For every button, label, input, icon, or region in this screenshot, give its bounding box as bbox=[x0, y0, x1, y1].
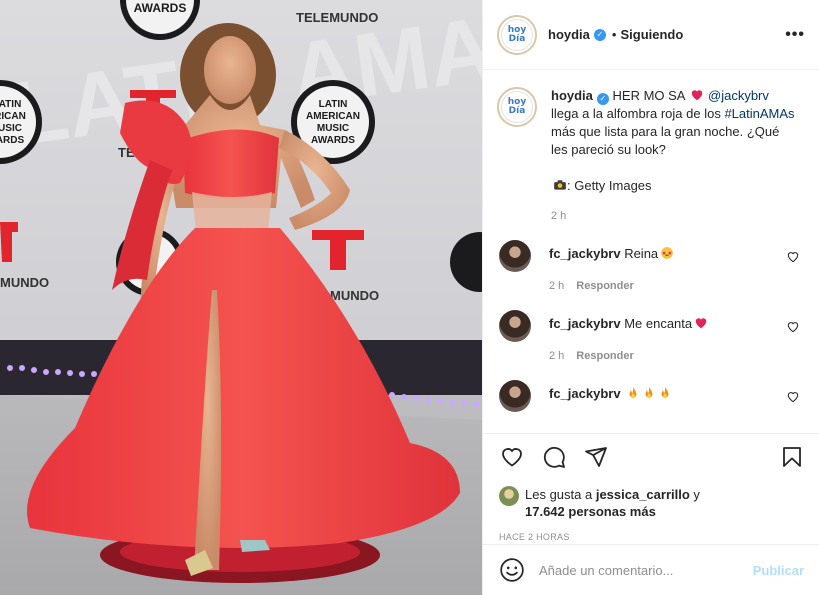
svg-text:AWARDS: AWARDS bbox=[134, 1, 187, 15]
caption-mention[interactable]: @jackybrv bbox=[708, 88, 769, 103]
likes-prefix: Les gusta a bbox=[525, 487, 596, 502]
emoji-smiley-icon[interactable] bbox=[499, 557, 525, 583]
likes-summary: Les gusta a jessica_carrillo y 17.642 pe… bbox=[499, 486, 804, 520]
svg-text:AWARDS: AWARDS bbox=[311, 135, 355, 146]
more-dots-icon[interactable]: ••• bbox=[785, 26, 805, 44]
post-header: hoy Día hoydia ✓ • Siguiendo ••• bbox=[483, 0, 819, 70]
separator-dot: • bbox=[611, 27, 617, 42]
comment-input[interactable] bbox=[539, 562, 739, 578]
caption-time[interactable]: 2 h bbox=[551, 207, 796, 225]
red-carpet-photo: LATIN AMA LATIN AMERICAN MUSIC AWARDS AT… bbox=[0, 0, 482, 595]
comment-time[interactable]: 2 h bbox=[549, 350, 564, 362]
caption-text-2: llega a la alfombra roja de los bbox=[551, 106, 725, 121]
likes-and: y bbox=[689, 487, 700, 502]
svg-text:AMERICAN: AMERICAN bbox=[306, 111, 360, 122]
comment-bubble-icon[interactable] bbox=[541, 445, 567, 469]
like-comment-heart-icon[interactable] bbox=[786, 320, 800, 334]
post-panel: hoy Día hoydia ✓ • Siguiendo ••• hoy Día… bbox=[482, 0, 819, 595]
like-comment-heart-icon[interactable] bbox=[786, 390, 800, 404]
caption-text-3: más que lista para la gran noche. ¿Qué l… bbox=[551, 124, 780, 157]
post-actions: Les gusta a jessica_carrillo y 17.642 pe… bbox=[483, 433, 819, 544]
commenter-avatar[interactable] bbox=[499, 240, 531, 272]
avatar-text-2: Día bbox=[508, 106, 526, 116]
following-button[interactable]: Siguiendo bbox=[620, 27, 683, 42]
svg-text:MUNDO: MUNDO bbox=[330, 288, 379, 303]
liker-avatar[interactable] bbox=[499, 486, 519, 506]
publish-button[interactable]: Publicar bbox=[753, 563, 804, 578]
post-photo[interactable]: LATIN AMA LATIN AMERICAN MUSIC AWARDS AT… bbox=[0, 0, 482, 595]
svg-text:MUSIC: MUSIC bbox=[317, 123, 349, 134]
comment-username[interactable]: fc_jackybrv bbox=[549, 386, 621, 401]
comment-time[interactable]: 2 h bbox=[549, 280, 564, 292]
like-comment-heart-icon[interactable] bbox=[786, 250, 800, 264]
comment-text: Me encanta bbox=[624, 316, 693, 331]
svg-text:ARDS: ARDS bbox=[0, 135, 24, 146]
svg-text:USIC: USIC bbox=[0, 123, 22, 134]
reply-button[interactable]: Responder bbox=[576, 280, 633, 292]
commenter-avatar[interactable] bbox=[499, 380, 531, 412]
comment-item: fc_jackybrv Me encanta 2 h Responder bbox=[497, 310, 806, 365]
profile-avatar[interactable]: hoy Día bbox=[497, 14, 537, 55]
share-paper-plane-icon[interactable] bbox=[583, 445, 609, 469]
caption-username[interactable]: hoydia bbox=[551, 88, 593, 103]
svg-text:LATIN: LATIN bbox=[319, 99, 348, 110]
save-bookmark-icon[interactable] bbox=[780, 445, 804, 469]
camera-emoji-icon bbox=[554, 180, 566, 190]
comment-item: fc_jackybrv Reina 2 h Responder bbox=[497, 240, 806, 295]
red-heart-emoji-icon bbox=[692, 90, 703, 101]
add-comment-bar: Publicar bbox=[483, 544, 819, 595]
caption-hashtag[interactable]: #LatinAMAs bbox=[724, 106, 794, 121]
reply-button[interactable]: Responder bbox=[576, 350, 633, 362]
verified-badge-icon: ✓ bbox=[596, 93, 609, 105]
fire-emoji-icon bbox=[645, 387, 653, 399]
likes-count[interactable]: 17.642 personas más bbox=[525, 504, 656, 519]
post-timestamp[interactable]: HACE 2 HORAS bbox=[499, 532, 804, 542]
caption-credit: : Getty Images bbox=[567, 178, 652, 193]
caption-text-1: HER MO SA bbox=[608, 88, 689, 103]
fire-emoji-icon bbox=[661, 387, 669, 399]
red-heart-emoji-icon bbox=[695, 318, 707, 329]
liker-username[interactable]: jessica_carrillo bbox=[596, 487, 690, 502]
verified-badge-icon: ✓ bbox=[593, 28, 606, 41]
comments-section[interactable]: hoy Día hoydia ✓ HER MO SA @jackybrv lleg… bbox=[483, 71, 819, 433]
svg-text:ATIN: ATIN bbox=[0, 99, 21, 110]
svg-text:RICAN: RICAN bbox=[0, 111, 26, 122]
comment-username[interactable]: fc_jackybrv bbox=[549, 246, 621, 261]
like-heart-icon[interactable] bbox=[499, 445, 525, 469]
comment-item: fc_jackybrv bbox=[497, 380, 806, 412]
svg-text:MUNDO: MUNDO bbox=[0, 275, 49, 290]
fire-emoji-icon bbox=[629, 387, 637, 399]
commenter-avatar[interactable] bbox=[499, 310, 531, 342]
post-caption: hoy Día hoydia ✓ HER MO SA @jackybrv lleg… bbox=[497, 71, 806, 225]
post-username[interactable]: hoydia bbox=[548, 27, 590, 42]
comment-username[interactable]: fc_jackybrv bbox=[549, 316, 621, 331]
comment-text: Reina bbox=[624, 246, 659, 261]
avatar-text-2: Día bbox=[508, 33, 526, 44]
star-struck-emoji-icon bbox=[661, 247, 673, 259]
svg-text:TELEMUNDO: TELEMUNDO bbox=[296, 10, 378, 25]
caption-avatar[interactable]: hoy Día bbox=[497, 87, 537, 127]
